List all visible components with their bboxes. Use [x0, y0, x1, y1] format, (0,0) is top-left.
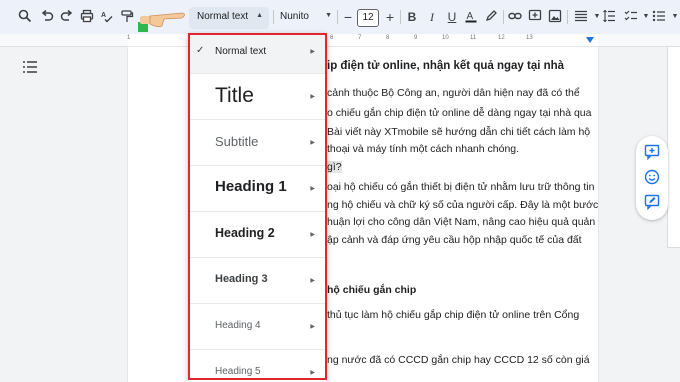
doc-selected-text: gì?	[327, 161, 342, 173]
pointing-hand-icon	[138, 12, 188, 34]
ruler-tick: 1	[127, 35, 131, 41]
ruler-tick: 12	[498, 35, 505, 41]
caret-up-icon: ▲	[256, 12, 263, 19]
link-icon[interactable]	[508, 9, 524, 25]
print-icon[interactable]	[80, 9, 96, 25]
suggest-edits-icon[interactable]	[644, 194, 660, 211]
align-icon[interactable]	[574, 9, 590, 25]
ruler-tick: 6	[330, 35, 334, 41]
text-color-icon[interactable]: A	[464, 9, 480, 25]
chevron-right-icon: ▶	[310, 278, 315, 284]
menu-item-label: Heading 3	[215, 273, 268, 285]
horizontal-ruler[interactable]: 1 1 2 3 4 5 6 7 8 9 10 11 12 13	[0, 34, 680, 47]
paint-format-icon[interactable]	[120, 9, 136, 25]
spellcheck-icon[interactable]: A	[100, 9, 116, 25]
underline-button[interactable]: U	[444, 9, 460, 25]
add-comment-icon[interactable]	[528, 9, 544, 25]
paragraph-style-dropdown[interactable]: Normal text ▲	[189, 7, 269, 29]
floating-actions-panel	[636, 136, 668, 220]
doc-text-line: cảnh thuộc Bộ Công an, người dân hiện na…	[327, 87, 580, 99]
divider	[273, 10, 274, 24]
menu-item-heading-2[interactable]: Heading 2 ▶	[188, 211, 327, 258]
side-panel-edge	[667, 47, 680, 248]
ruler-tick: 11	[470, 35, 477, 41]
paragraph-style-menu: ✓ Normal text ▶ Title ▶ Subtitle ▶ Headi…	[188, 33, 327, 382]
bulleted-list-icon[interactable]	[652, 9, 668, 25]
document-outline-icon[interactable]	[22, 60, 38, 74]
doc-text-line: ng hộ chiếu và chữ ký số của người cấp. …	[327, 199, 599, 211]
doc-text-line: oại hộ chiếu có gắn thiết bị điện tử nhằ…	[327, 181, 595, 193]
doc-text-line: thoại và máy tính một cách nhanh chóng.	[327, 143, 520, 155]
insert-image-icon[interactable]	[548, 9, 564, 25]
line-spacing-icon[interactable]	[602, 9, 618, 25]
font-value: Nunito	[280, 11, 309, 22]
svg-text:A: A	[467, 11, 474, 22]
doc-text-line: o chiếu gắn chip điện tử online dễ dàng …	[327, 107, 592, 119]
chevron-down-icon[interactable]: ▼	[667, 9, 680, 25]
menu-item-normal-text[interactable]: ✓ Normal text ▶	[188, 33, 327, 74]
chevron-right-icon: ▶	[310, 94, 315, 100]
search-icon[interactable]	[18, 9, 34, 25]
highlight-pen-icon[interactable]	[484, 9, 500, 25]
doc-subheading: hộ chiếu gắn chip	[327, 284, 417, 296]
menu-item-label: Heading 4	[215, 320, 261, 331]
menu-item-label: Heading 5	[215, 366, 261, 377]
doc-text-line: thủ tục làm hộ chiếu gắp chip điện tử on…	[327, 309, 580, 321]
doc-text-line: ng nước đã có CCCD gắn chip hay CCCD 12 …	[327, 354, 590, 366]
decrease-font-size-button[interactable]: −	[340, 9, 356, 25]
ruler-tick: 7	[358, 35, 362, 41]
font-dropdown[interactable]: Nunito ▼	[276, 7, 334, 29]
chevron-right-icon: ▶	[310, 140, 315, 146]
divider	[567, 10, 568, 24]
svg-text:A: A	[101, 12, 106, 19]
menu-item-subtitle[interactable]: Subtitle ▶	[188, 119, 327, 166]
right-indent-marker[interactable]	[586, 37, 594, 43]
ruler-tick: 9	[414, 35, 418, 41]
chevron-right-icon: ▶	[310, 232, 315, 238]
paragraph-style-value: Normal text	[197, 11, 249, 22]
chevron-right-icon: ▶	[310, 370, 315, 376]
menu-item-heading-5[interactable]: Heading 5 ▶	[188, 349, 327, 382]
ruler-tick: 8	[386, 35, 390, 41]
emoji-reaction-icon[interactable]	[644, 169, 660, 185]
bold-button[interactable]: B	[404, 9, 420, 25]
add-comment-icon[interactable]	[644, 144, 660, 161]
italic-button[interactable]: I	[424, 9, 440, 25]
menu-item-label: Title	[215, 84, 254, 107]
ruler-tick: 13	[526, 35, 533, 41]
menu-item-heading-4[interactable]: Heading 4 ▶	[188, 303, 327, 350]
chevron-right-icon: ▶	[310, 324, 315, 330]
menu-item-title[interactable]: Title ▶	[188, 73, 327, 120]
divider	[503, 10, 504, 24]
chevron-right-icon: ▶	[310, 186, 315, 192]
undo-icon[interactable]	[40, 9, 56, 25]
doc-text-line: huận lợi cho công dân Việt Nam, nâng cao…	[327, 216, 596, 228]
menu-item-label: Subtitle	[215, 134, 259, 149]
font-size-input[interactable]: 12	[357, 9, 379, 27]
menu-item-heading-3[interactable]: Heading 3 ▶	[188, 257, 327, 304]
checkmark-icon: ✓	[196, 45, 205, 56]
doc-heading: ip điện tử online, nhận kết quả ngay tại…	[327, 60, 565, 72]
increase-font-size-button[interactable]: +	[382, 9, 398, 25]
doc-text-line: ập cảnh và đáp ứng yêu cầu hộp nhập quốc…	[327, 234, 582, 246]
ruler-tick: 10	[442, 35, 449, 41]
menu-item-label: Heading 1	[215, 178, 287, 195]
menu-item-label: Heading 2	[215, 226, 275, 240]
caret-down-icon: ▼	[325, 12, 332, 19]
chevron-right-icon: ▶	[310, 49, 315, 55]
divider	[337, 10, 338, 24]
toolbar: A Normal text ▲ Nunito ▼ − 12 + B I U A …	[0, 0, 680, 35]
divider	[400, 10, 401, 24]
doc-text-line: Bài viết này XTmobile sẽ hướng dẫn chi t…	[327, 126, 591, 138]
menu-item-heading-1[interactable]: Heading 1 ▶	[188, 165, 327, 212]
menu-item-label: Normal text	[215, 46, 267, 57]
redo-icon[interactable]	[60, 9, 76, 25]
